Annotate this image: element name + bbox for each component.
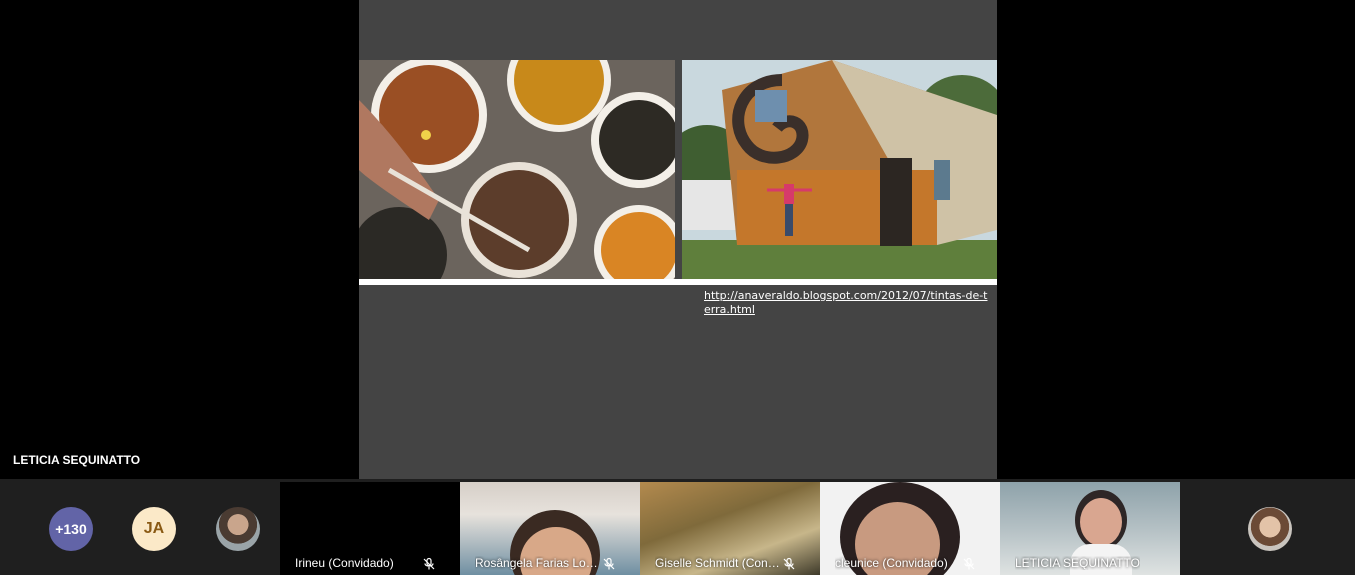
participant-tile[interactable]: cleunice (Convidado) <box>820 482 1000 575</box>
participant-face <box>1080 498 1122 546</box>
participant-photo-avatar[interactable] <box>216 507 260 551</box>
active-speaker-name: LETICIA SEQUINATTO <box>13 453 141 467</box>
shared-slide: http://anaveraldo.blogspot.com/2012/07/t… <box>359 0 997 479</box>
microphone-off-icon <box>603 557 615 570</box>
participant-tile[interactable]: Giselle Schmidt (Convi... <box>640 482 820 575</box>
microphone-off-icon <box>963 557 975 570</box>
earth-paint-house-photo <box>682 60 997 279</box>
participant-name: Irineu (Convidado) <box>295 556 394 570</box>
paint-buckets-photo <box>359 60 675 279</box>
participant-name: Giselle Schmidt (Convi... <box>655 556 783 570</box>
participant-name: Rosângela Farias Lope... <box>475 556 603 570</box>
participant-initials-avatar[interactable]: JA <box>132 507 176 551</box>
participant-name: LETICIA SEQUINATTO <box>1015 556 1140 570</box>
participant-tile[interactable]: LETICIA SEQUINATTO <box>1000 482 1180 575</box>
slide-source-link[interactable]: http://anaveraldo.blogspot.com/2012/07/t… <box>704 289 989 317</box>
participant-photo-avatar[interactable] <box>1248 507 1292 551</box>
house-image <box>682 60 997 279</box>
participant-strip: +130 JA Irineu (Convidado) Rosângela Far… <box>0 479 1355 575</box>
microphone-off-icon <box>423 557 435 570</box>
participant-name: cleunice (Convidado) <box>835 556 948 570</box>
main-video-stage: http://anaveraldo.blogspot.com/2012/07/t… <box>0 0 1355 479</box>
more-participants-button[interactable]: +130 <box>49 507 93 551</box>
paint-buckets-image <box>359 60 675 279</box>
image-strip-divider <box>359 279 997 285</box>
microphone-off-icon <box>783 557 795 570</box>
participant-tile[interactable]: Irineu (Convidado) <box>280 482 460 575</box>
participant-tile[interactable]: Rosângela Farias Lope... <box>460 482 640 575</box>
